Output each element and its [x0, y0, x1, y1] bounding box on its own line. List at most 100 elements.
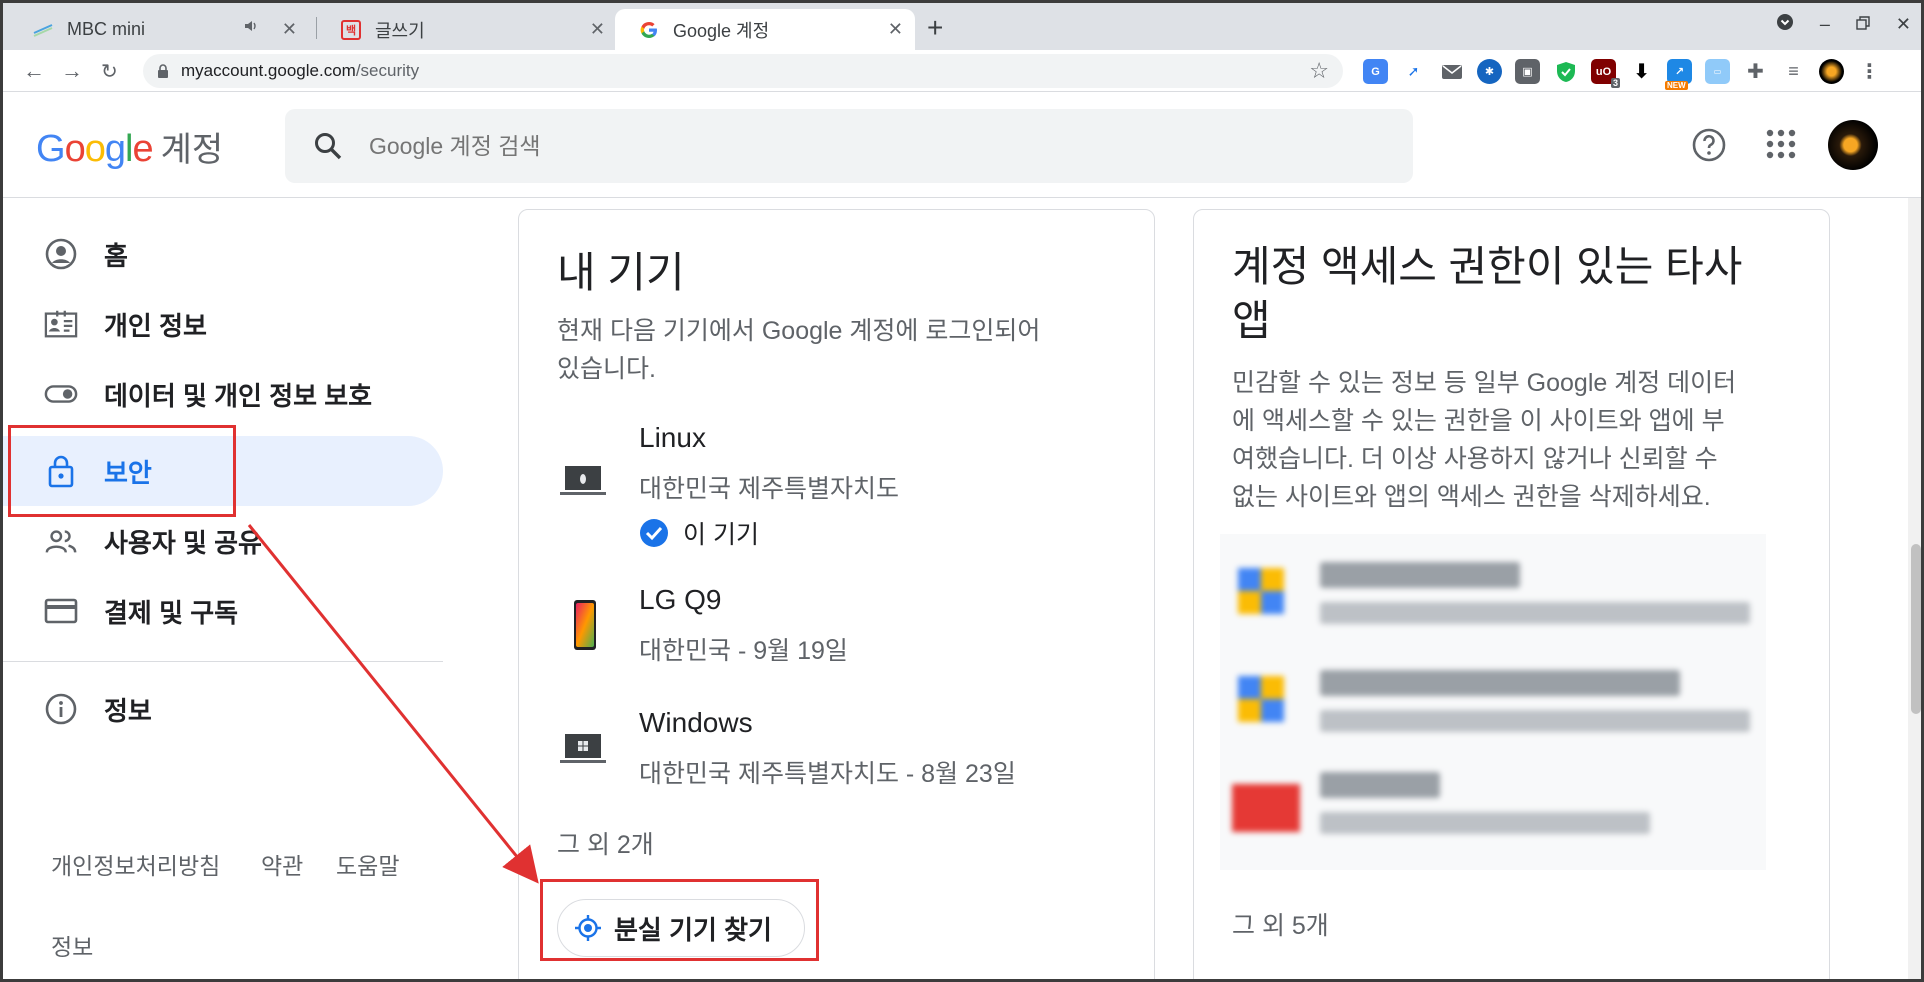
card-title: 계정 액세스 권한이 있는 타사 앱: [1232, 240, 1742, 348]
profile-card-icon[interactable]: ▣: [1515, 59, 1540, 84]
mbc-icon: [33, 20, 53, 40]
url-host: myaccount.google.com: [181, 61, 356, 80]
speaker-icon[interactable]: [243, 18, 259, 39]
app-row[interactable]: [1220, 652, 1766, 752]
this-device-label: 이 기기: [683, 521, 759, 549]
third-party-apps-card: 계정 액세스 권한이 있는 타사 앱 민감할 수 있는 정보 등 일부 Goog…: [1193, 209, 1830, 979]
search-input[interactable]: [369, 132, 1269, 160]
playlist-icon[interactable]: ≡: [1781, 59, 1806, 84]
card-title: 내 기기: [557, 249, 685, 296]
extensions-bar: G ➚ ✱ ▣ uO 3 ⬇ ↗ NEW ▭ ✚ ≡ ⋮: [1363, 59, 1882, 90]
account-search-box[interactable]: [285, 109, 1413, 183]
device-name[interactable]: LG Q9: [639, 584, 721, 616]
people-icon: [44, 524, 78, 558]
logo-suffix: 계정: [160, 131, 224, 169]
screen-icon[interactable]: ▭: [1705, 59, 1730, 84]
mail-icon[interactable]: [1439, 59, 1464, 84]
translate-icon[interactable]: G: [1363, 59, 1388, 84]
google-account-logo[interactable]: Google 계정: [36, 122, 223, 171]
card-description: 현재 다음 기기에서 Google 계정에 로그인되어 있습니다.: [557, 312, 1040, 388]
device-name[interactable]: Windows: [639, 707, 753, 739]
sidebar-item-personal-info[interactable]: 개인 정보: [3, 289, 443, 359]
puzzle-icon[interactable]: ✚: [1743, 59, 1768, 84]
close-window-icon[interactable]: ✕: [1896, 14, 1911, 35]
more-devices-link[interactable]: 그 외 2개: [557, 825, 654, 861]
app-icon: [1238, 676, 1284, 722]
blog-write-icon: 백: [341, 19, 361, 40]
close-icon[interactable]: ✕: [590, 19, 605, 40]
tab-title: MBC mini: [67, 19, 146, 39]
menu-dots-icon[interactable]: ⋮: [1857, 59, 1882, 84]
device-location: 대한민국 제주특별자치도 - 8월 23일: [639, 760, 1016, 788]
reload-icon[interactable]: ↻: [101, 59, 118, 84]
redacted-text: [1320, 670, 1680, 696]
redacted-text: [1320, 562, 1520, 588]
sidebar-item-data-privacy[interactable]: 데이터 및 개인 정보 보호: [3, 359, 443, 429]
credit-card-icon: [44, 594, 78, 628]
home-account-icon: [44, 237, 78, 271]
device-name[interactable]: Linux: [639, 422, 706, 454]
close-icon[interactable]: ✕: [282, 19, 297, 40]
redacted-text: [1320, 812, 1650, 834]
scrollbar-thumb[interactable]: [1911, 544, 1921, 714]
sidebar-item-home[interactable]: 홈: [3, 219, 443, 289]
footer-terms-link[interactable]: 약관: [261, 847, 303, 881]
app-icon: [1238, 568, 1284, 614]
title-line: 계정 액세스 권한이 있는 타사: [1232, 243, 1743, 290]
shield-check-icon[interactable]: [1553, 59, 1578, 84]
footer-about-link[interactable]: 정보: [51, 928, 93, 962]
info-icon: [44, 692, 78, 726]
footer-help-link[interactable]: 도움말: [336, 847, 399, 881]
forward-icon[interactable]: →: [61, 58, 83, 84]
tab-blog-write[interactable]: 백 글쓰기 ✕: [317, 9, 617, 50]
sidebar-item-payments[interactable]: 결제 및 구독: [3, 576, 443, 646]
sidebar-nav: 홈 개인 정보 데이터 및 개인 정보 보호 보안 사용자 및 공유 결제 및 …: [3, 198, 443, 979]
lock-icon: [158, 64, 168, 78]
tab-search-icon[interactable]: [1776, 13, 1794, 36]
this-device-indicator: 이 기기: [639, 515, 759, 551]
sidebar-item-label: 개인 정보: [104, 310, 207, 341]
browser-toolbar: ← → ↻ myaccount.google.com/security ☆ G …: [3, 50, 1921, 92]
address-bar[interactable]: myaccount.google.com/security ☆: [143, 54, 1343, 88]
tab-strip: MBC mini ✕ 백 글쓰기 ✕ Google 계정 ✕ + – ✕: [3, 3, 1921, 50]
new-extension-icon[interactable]: ↗ NEW: [1665, 59, 1692, 90]
redacted-text: [1320, 602, 1750, 624]
back-icon[interactable]: ←: [23, 58, 45, 84]
restore-icon[interactable]: [1856, 14, 1870, 35]
phone-icon: [573, 599, 597, 656]
sidebar-item-label: 홈: [104, 240, 128, 271]
app-row[interactable]: [1220, 760, 1766, 860]
window-controls: – ✕: [1776, 13, 1911, 36]
close-icon[interactable]: ✕: [888, 19, 903, 40]
tab-mbc-mini[interactable]: MBC mini ✕: [9, 9, 309, 50]
tab-title: Google 계정: [673, 20, 770, 41]
devices-card: 내 기기 현재 다음 기기에서 Google 계정에 로그인되어 있습니다. L…: [518, 209, 1155, 979]
download-arrow-icon[interactable]: ➚: [1401, 59, 1426, 84]
toggle-icon: [44, 377, 78, 411]
new-badge: NEW: [1665, 81, 1688, 90]
download-icon[interactable]: ⬇: [1629, 59, 1654, 84]
redacted-text: [1320, 772, 1440, 798]
tab-google-account[interactable]: Google 계정 ✕: [615, 9, 915, 50]
new-tab-button[interactable]: +: [927, 12, 943, 44]
sidebar-item-about[interactable]: 정보: [3, 674, 443, 744]
footer-privacy-link[interactable]: 개인정보처리방침: [51, 847, 220, 881]
apps-grid-icon[interactable]: [1765, 128, 1797, 165]
app-row[interactable]: [1220, 544, 1766, 644]
account-avatar[interactable]: [1828, 120, 1878, 170]
tab-title: 글쓰기: [375, 20, 425, 41]
globe-icon[interactable]: ✱: [1477, 59, 1502, 84]
browser-window: MBC mini ✕ 백 글쓰기 ✕ Google 계정 ✕ + – ✕ ← →…: [0, 0, 1924, 982]
help-icon[interactable]: [1692, 128, 1726, 167]
page-scrollbar[interactable]: [1908, 198, 1921, 979]
sidebar-item-label: 데이터 및 개인 정보 보호: [104, 380, 373, 411]
laptop-windows-icon: [560, 732, 606, 771]
google-g-icon: [639, 20, 659, 40]
profile-avatar-icon[interactable]: [1819, 59, 1844, 84]
laptop-linux-icon: [560, 464, 606, 503]
ublock-icon[interactable]: uO 3: [1591, 59, 1620, 88]
minimize-icon[interactable]: –: [1820, 14, 1830, 35]
more-apps-link[interactable]: 그 외 5개: [1232, 906, 1329, 942]
annotation-box-security: [8, 425, 236, 517]
bookmark-star-icon[interactable]: ☆: [1309, 58, 1329, 84]
